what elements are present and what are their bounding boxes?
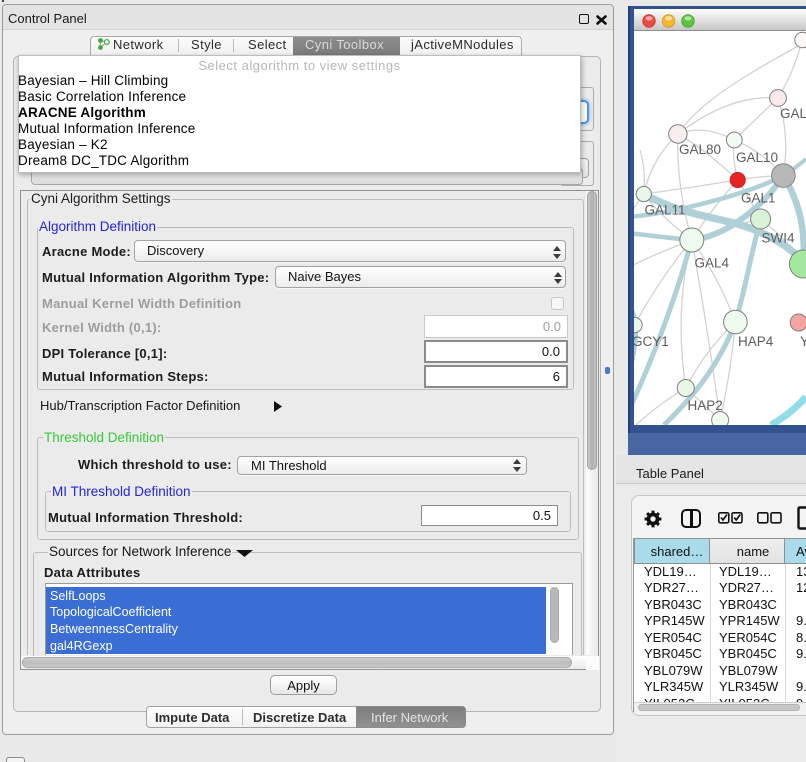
svg-text:SWI4: SWI4 (762, 231, 795, 246)
svg-text:GAL1: GAL1 (741, 191, 776, 206)
svg-text:GAL11: GAL11 (645, 203, 686, 218)
svg-text:GCY1: GCY1 (634, 334, 669, 349)
svg-text:HAP2: HAP2 (688, 398, 723, 413)
svg-text:GAL80: GAL80 (679, 142, 721, 157)
svg-text:GAL10: GAL10 (736, 150, 778, 165)
svg-text:GAL4: GAL4 (695, 256, 730, 271)
svg-text:GAL8: GAL8 (780, 106, 806, 121)
svg-text:YD: YD (800, 334, 806, 349)
svg-text:HAP4: HAP4 (738, 334, 774, 349)
